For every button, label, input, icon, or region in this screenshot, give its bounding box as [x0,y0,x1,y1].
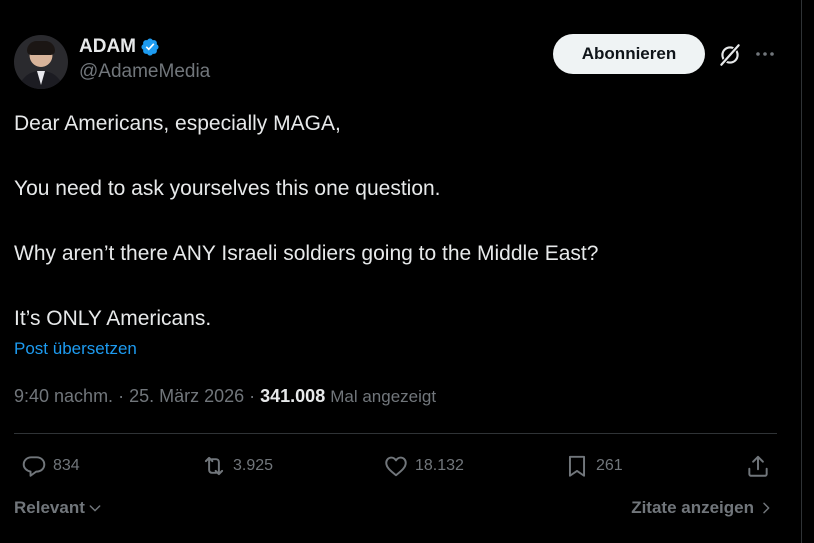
follow-button[interactable]: Abonnieren [553,34,705,74]
bookmark-count: 261 [596,457,623,474]
post-detail: ADAM @AdameMedia Abonnieren Dear America… [0,0,814,543]
view-count-label: Mal angezeigt [330,387,437,406]
author-name-row[interactable]: ADAM [79,35,160,59]
post-meta: 9:40 nachm. · 25. März 2026 · 341.008 Ma… [14,386,436,407]
reply-sort-dropdown[interactable]: Relevant [14,498,103,518]
share-button[interactable] [745,452,771,480]
post-text: Dear Americans, especially MAGA, You nee… [14,111,774,371]
avatar[interactable] [14,35,68,89]
repost-icon [204,456,224,476]
author-handle[interactable]: @AdameMedia [79,61,210,83]
grok-icon[interactable] [717,42,743,68]
post-time[interactable]: 9:40 nachm. [14,386,113,406]
view-quotes-link[interactable]: Zitate anzeigen [631,498,774,518]
share-icon [748,455,768,477]
divider [14,433,777,434]
more-icon[interactable] [753,42,777,66]
reply-sort-label: Relevant [14,498,85,517]
translate-post-link[interactable]: Post übersetzen [14,339,137,359]
verified-badge-icon [141,38,159,56]
reply-count: 834 [53,457,80,474]
view-count: 341.008 [260,386,326,406]
like-button[interactable]: 18.132 [383,452,464,480]
repost-count: 3.925 [233,457,274,474]
post-paragraph: Dear Americans, especially MAGA, [14,112,341,135]
chevron-down-icon [89,505,101,512]
column-border [801,0,802,543]
author-name[interactable]: ADAM [79,36,136,58]
avatar-hair [27,41,55,55]
like-count: 18.132 [415,457,464,474]
meta-separator: · [113,386,130,406]
view-quotes-label: Zitate anzeigen [631,498,754,517]
post-paragraph: Why aren’t there ANY Israeli soldiers go… [14,242,599,265]
repost-button[interactable]: 3.925 [201,452,273,480]
heart-icon [385,456,407,477]
meta-separator: · [244,386,261,406]
chevron-right-icon [763,502,770,514]
bookmark-button[interactable]: 261 [564,452,623,480]
reply-button[interactable]: 834 [21,452,80,480]
reply-icon [22,456,46,477]
bookmark-icon [568,455,586,477]
post-date[interactable]: 25. März 2026 [129,386,244,406]
post-paragraph: It’s ONLY Americans. [14,307,212,330]
post-paragraph: You need to ask yourselves this one ques… [14,177,441,200]
